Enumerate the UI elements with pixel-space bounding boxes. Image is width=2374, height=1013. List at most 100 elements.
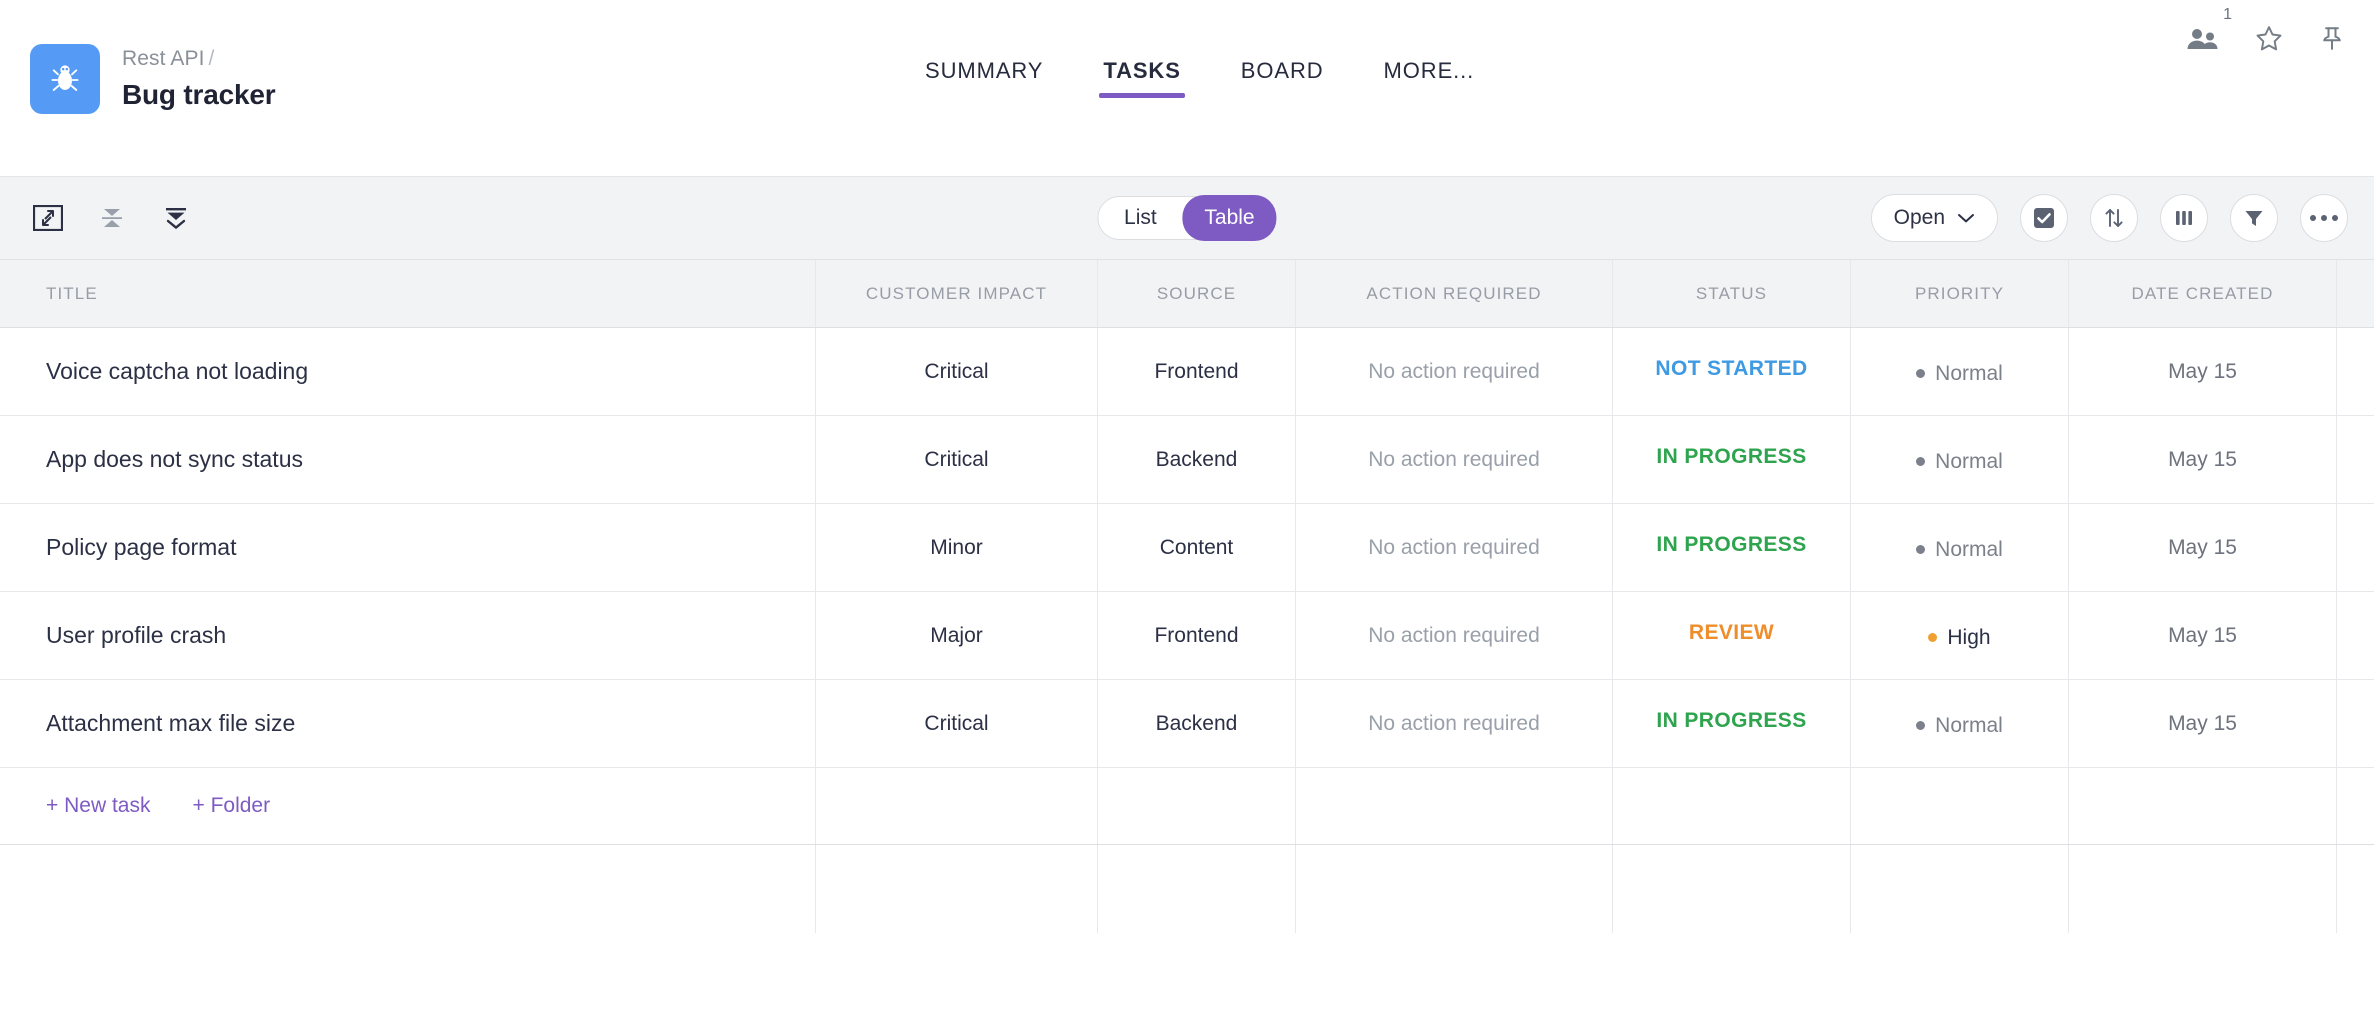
sort-icon[interactable] <box>2090 194 2138 242</box>
table-row[interactable]: User profile crash Major Frontend No act… <box>0 592 2374 680</box>
more-icon[interactable] <box>2300 194 2348 242</box>
task-title[interactable]: Policy page format <box>46 534 236 561</box>
cell-source[interactable]: Frontend <box>1154 624 1238 648</box>
column-header-title[interactable]: TITLE <box>0 260 816 327</box>
cell-priority[interactable]: Normal <box>1916 538 2003 562</box>
new-task-button[interactable]: + New task <box>46 794 150 818</box>
cell-source[interactable]: Backend <box>1156 712 1238 736</box>
tab-tasks[interactable]: TASKS <box>1073 58 1210 98</box>
empty-cell <box>1851 845 2069 933</box>
status-badge[interactable]: IN PROGRESS <box>1656 445 1806 469</box>
cell-customer-impact[interactable]: Minor <box>930 536 983 560</box>
tab-summary[interactable]: SUMMARY <box>895 58 1073 98</box>
cell-priority[interactable]: Normal <box>1916 450 2003 474</box>
task-title[interactable]: App does not sync status <box>46 446 303 473</box>
add-row-cell <box>2069 768 2337 844</box>
cell-date-created[interactable]: May 15 <box>2168 360 2237 384</box>
status-badge[interactable]: IN PROGRESS <box>1656 709 1806 733</box>
members-icon[interactable]: 1 <box>2186 26 2220 52</box>
empty-cell <box>1098 845 1296 933</box>
column-header-status[interactable]: STATUS <box>1613 260 1851 327</box>
task-title[interactable]: User profile crash <box>46 622 226 649</box>
priority-label: High <box>1947 626 1990 650</box>
tab-more[interactable]: MORE... <box>1354 58 1505 98</box>
table-row[interactable]: Policy page format Minor Content No acti… <box>0 504 2374 592</box>
column-header-source[interactable]: SOURCE <box>1098 260 1296 327</box>
priority-dot-icon <box>1916 545 1925 554</box>
empty-cell <box>1613 845 1851 933</box>
priority-label: Normal <box>1935 538 2003 562</box>
breadcrumb-parent[interactable]: Rest API <box>122 47 205 70</box>
cell-action-required[interactable]: No action required <box>1368 536 1540 560</box>
breadcrumb[interactable]: Rest API/ <box>122 46 275 72</box>
tab-board[interactable]: BOARD <box>1211 58 1354 98</box>
new-folder-button[interactable]: + Folder <box>192 794 270 818</box>
cell-priority[interactable]: High <box>1928 626 1990 650</box>
table-row[interactable]: Attachment max file size Critical Backen… <box>0 680 2374 768</box>
cell-source[interactable]: Frontend <box>1154 360 1238 384</box>
status-badge[interactable]: NOT STARTED <box>1655 357 1807 381</box>
collapse-all-icon[interactable] <box>90 196 134 240</box>
add-row-cell <box>1613 768 1851 844</box>
cell-action-required[interactable]: No action required <box>1368 712 1540 736</box>
column-header-date-created[interactable]: DATE CREATED <box>2069 260 2337 327</box>
checkbox-icon[interactable] <box>2020 194 2068 242</box>
cell-customer-impact[interactable]: Critical <box>924 360 988 384</box>
app-header: Rest API/ Bug tracker SUMMARY TASKS BOAR… <box>0 0 2374 177</box>
status-badge[interactable]: REVIEW <box>1689 621 1774 645</box>
cell-date-created[interactable]: May 15 <box>2168 712 2237 736</box>
cell-date-created[interactable]: May 15 <box>2168 448 2237 472</box>
cell-customer-impact[interactable]: Major <box>930 624 983 648</box>
star-icon[interactable] <box>2254 24 2284 53</box>
task-title[interactable]: Attachment max file size <box>46 710 295 737</box>
cell-customer-impact[interactable]: Critical <box>924 712 988 736</box>
breadcrumb-separator: / <box>209 47 215 70</box>
toolbar-left-group <box>26 177 198 259</box>
cell-customer-impact[interactable]: Critical <box>924 448 988 472</box>
cell-action-required[interactable]: No action required <box>1368 624 1540 648</box>
cell-source[interactable]: Backend <box>1156 448 1238 472</box>
table-row[interactable]: Voice captcha not loading Critical Front… <box>0 328 2374 416</box>
column-header-customer-impact[interactable]: CUSTOMER IMPACT <box>816 260 1098 327</box>
column-header-spacer <box>2337 260 2374 327</box>
add-row-cell <box>1296 768 1613 844</box>
toolbar-right-group: Open <box>1871 177 2348 259</box>
priority-label: Normal <box>1935 714 2003 738</box>
cell-priority[interactable]: Normal <box>1916 362 2003 386</box>
status-badge[interactable]: IN PROGRESS <box>1656 533 1806 557</box>
priority-dot-icon <box>1916 369 1925 378</box>
brand-text: Rest API/ Bug tracker <box>122 46 275 111</box>
empty-row <box>0 845 2374 933</box>
fullscreen-icon[interactable] <box>26 196 70 240</box>
main-tabs: SUMMARY TASKS BOARD MORE... <box>895 58 1504 98</box>
cell-source[interactable]: Content <box>1160 536 1234 560</box>
header-actions: 1 <box>2186 24 2346 53</box>
empty-cell <box>0 845 816 933</box>
filter-icon[interactable] <box>2230 194 2278 242</box>
add-row-cell <box>1098 768 1296 844</box>
cell-date-created[interactable]: May 15 <box>2168 624 2237 648</box>
cell-action-required[interactable]: No action required <box>1368 448 1540 472</box>
page-title: Bug tracker <box>122 77 275 112</box>
cell-action-required[interactable]: No action required <box>1368 360 1540 384</box>
expand-all-icon[interactable] <box>154 196 198 240</box>
row-spacer <box>2337 768 2374 844</box>
view-toggle-table[interactable]: Table <box>1182 195 1276 241</box>
cell-date-created[interactable]: May 15 <box>2168 536 2237 560</box>
status-filter-label: Open <box>1894 206 1945 230</box>
empty-cell <box>816 845 1098 933</box>
table-row[interactable]: App does not sync status Critical Backen… <box>0 416 2374 504</box>
column-header-priority[interactable]: PRIORITY <box>1851 260 2069 327</box>
view-toggle-list[interactable]: List <box>1098 196 1182 240</box>
pin-icon[interactable] <box>2318 24 2346 53</box>
view-toolbar: List Table Open <box>0 177 2374 260</box>
add-row-cell <box>1851 768 2069 844</box>
task-title[interactable]: Voice captcha not loading <box>46 358 308 385</box>
columns-icon[interactable] <box>2160 194 2208 242</box>
status-filter-dropdown[interactable]: Open <box>1871 194 1998 242</box>
priority-dot-icon <box>1916 457 1925 466</box>
add-row-cell <box>816 768 1098 844</box>
column-header-action-required[interactable]: ACTION REQUIRED <box>1296 260 1613 327</box>
cell-priority[interactable]: Normal <box>1916 714 2003 738</box>
add-row: + New task + Folder <box>0 768 2374 845</box>
